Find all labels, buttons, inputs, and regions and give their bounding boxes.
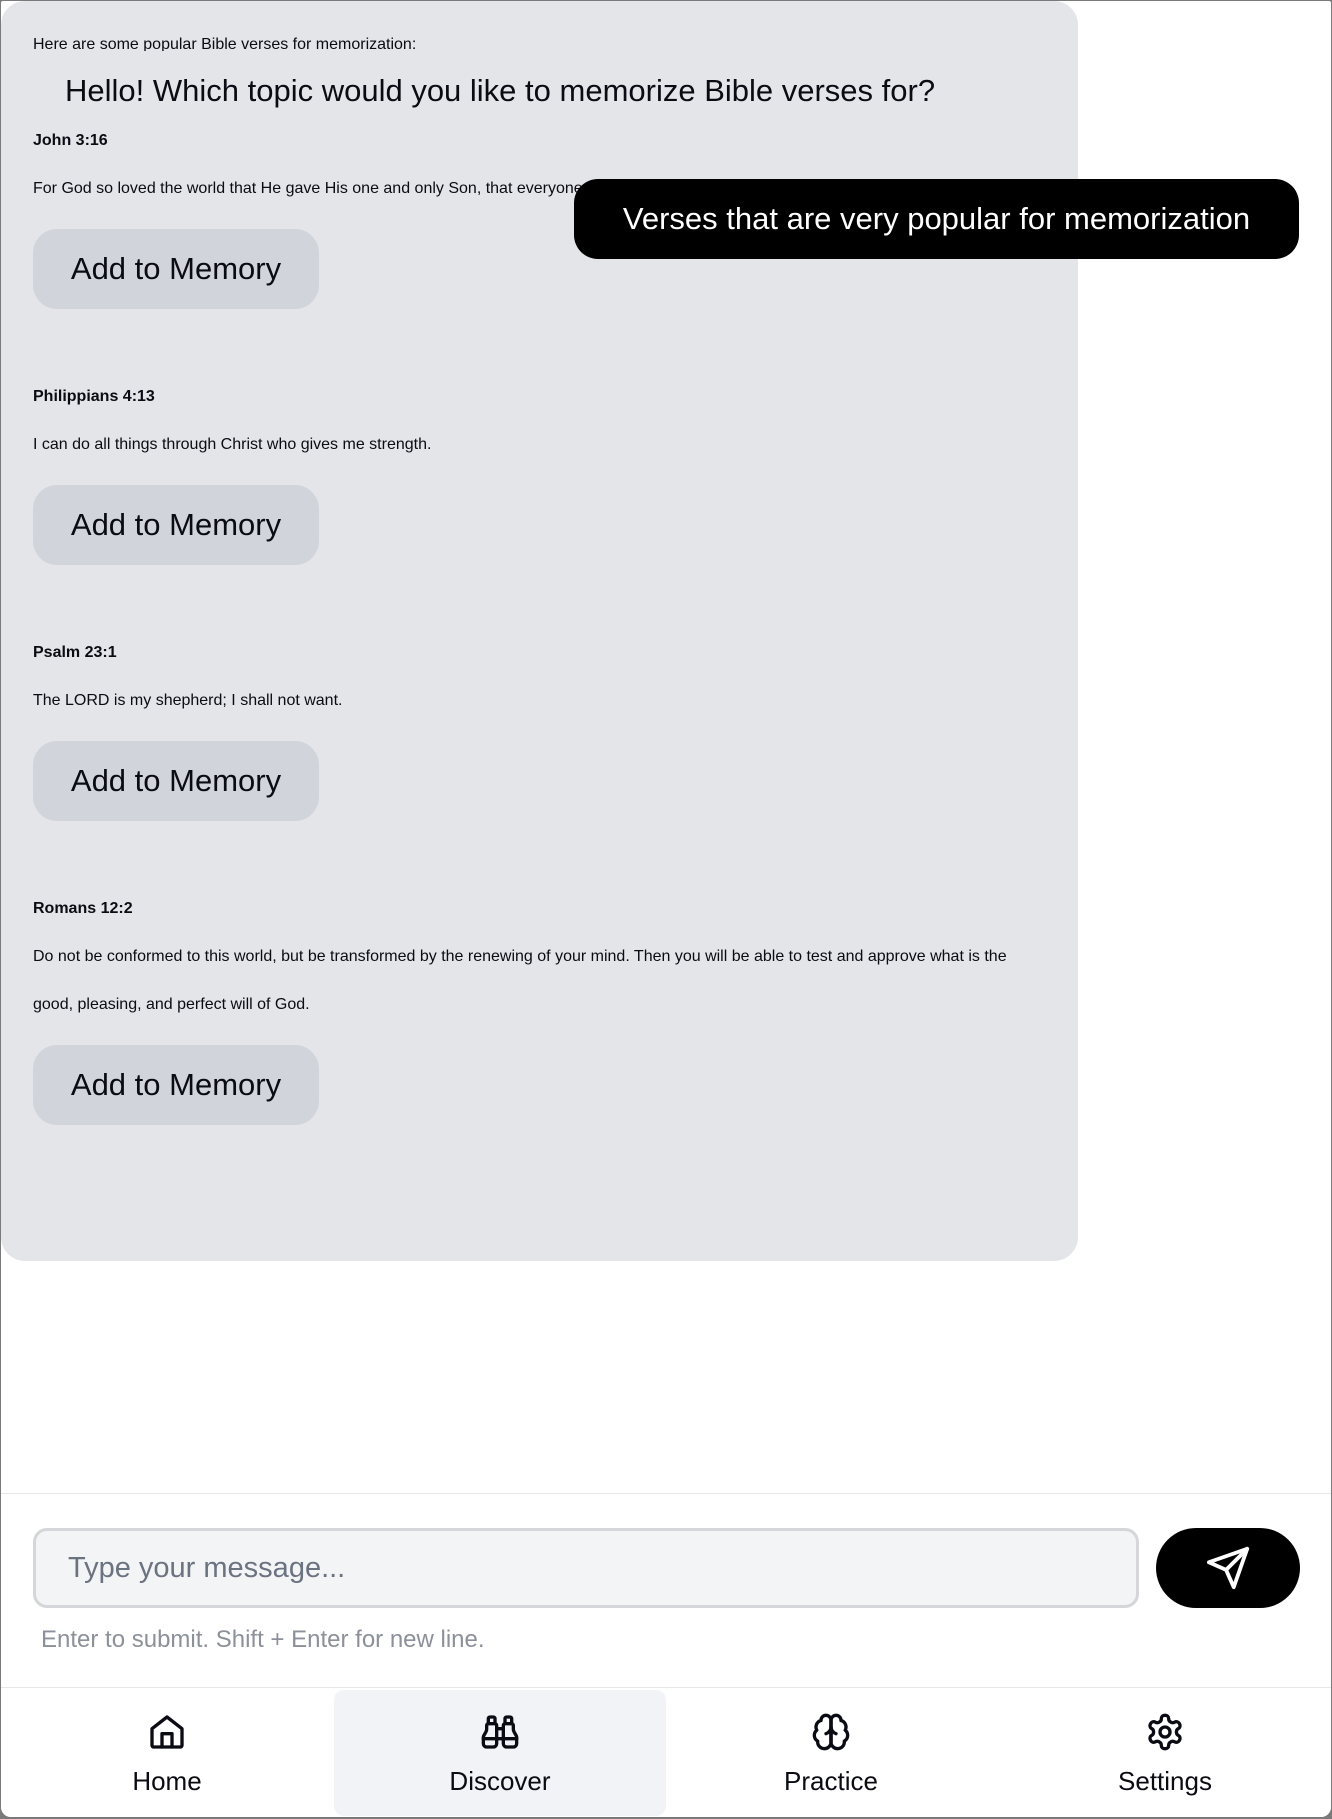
assistant-message-greeting: Hello! Which topic would you like to mem… xyxy=(33,51,968,131)
nav-label-settings: Settings xyxy=(1118,1766,1212,1796)
nav-item-settings[interactable]: Settings xyxy=(999,1690,1331,1816)
verse-reference: Philippians 4:13 xyxy=(33,388,155,405)
add-to-memory-button[interactable]: Add to Memory xyxy=(33,1045,319,1125)
nav-item-discover[interactable]: Discover xyxy=(334,1690,666,1816)
composer-hint: Enter to submit. Shift + Enter for new l… xyxy=(41,1626,485,1653)
verse-card: Romans 12:2 Do not be conformed to this … xyxy=(33,885,1046,1125)
send-icon xyxy=(1206,1546,1250,1590)
verse-reference: Romans 12:2 xyxy=(33,900,133,917)
verse-text: The LORD is my shepherd; I shall not wan… xyxy=(33,692,343,709)
nav-label-practice: Practice xyxy=(784,1766,878,1796)
verse-card: Philippians 4:13 I can do all things thr… xyxy=(33,373,1046,565)
verse-text: I can do all things through Christ who g… xyxy=(33,436,432,453)
bottom-nav: Home Discover Practice Settings xyxy=(1,1687,1331,1817)
nav-label-discover: Discover xyxy=(449,1766,551,1796)
verse-text: Do not be conformed to this world, but b… xyxy=(33,948,1007,1013)
add-to-memory-button[interactable]: Add to Memory xyxy=(33,741,319,821)
binoculars-icon xyxy=(481,1715,519,1749)
home-icon xyxy=(150,1715,184,1749)
nav-label-home: Home xyxy=(132,1766,202,1796)
gear-icon xyxy=(1148,1713,1182,1751)
nav-item-practice[interactable]: Practice xyxy=(665,1690,997,1816)
user-message: Verses that are very popular for memoriz… xyxy=(574,179,1299,259)
verse-card: Psalm 23:1 The LORD is my shepherd; I sh… xyxy=(33,629,1046,821)
app-window: Hello! Which topic would you like to mem… xyxy=(1,1,1331,1817)
send-button[interactable] xyxy=(1156,1528,1300,1608)
user-message-text: Verses that are very popular for memoriz… xyxy=(622,201,1251,236)
greeting-text: Hello! Which topic would you like to mem… xyxy=(65,73,936,108)
chat-thread[interactable]: Hello! Which topic would you like to mem… xyxy=(1,1,1331,1493)
add-to-memory-button[interactable]: Add to Memory xyxy=(33,485,319,565)
nav-item-home[interactable]: Home xyxy=(1,1690,333,1816)
message-composer: Enter to submit. Shift + Enter for new l… xyxy=(1,1493,1331,1687)
verse-reference: Psalm 23:1 xyxy=(33,644,117,661)
add-to-memory-button[interactable]: Add to Memory xyxy=(33,229,319,309)
brain-icon xyxy=(812,1713,850,1751)
message-input[interactable] xyxy=(33,1528,1139,1608)
